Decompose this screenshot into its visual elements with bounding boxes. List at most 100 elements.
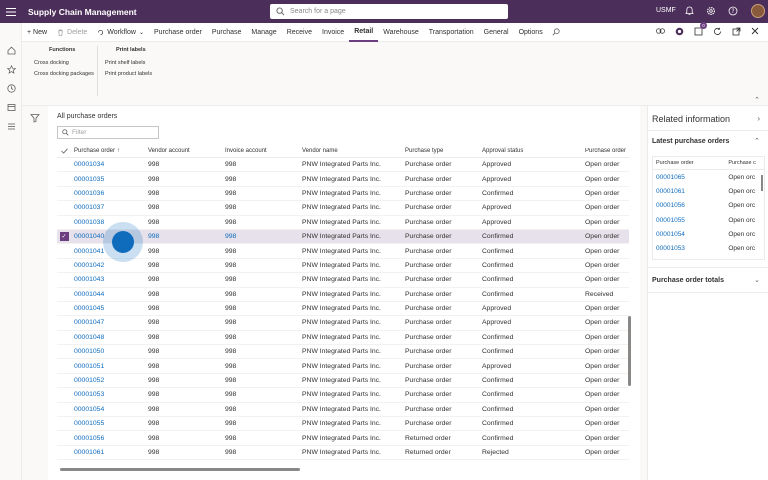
mini-column-header-purchase-order[interactable]: Purchase order: [653, 160, 728, 166]
filter-input[interactable]: Filter: [57, 126, 159, 139]
tab-warehouse[interactable]: Warehouse: [378, 23, 424, 42]
purchase-order-link[interactable]: 00001038: [71, 219, 148, 226]
purchase-order-link[interactable]: 00001050: [71, 348, 148, 355]
select-all-checkbox[interactable]: [57, 148, 71, 154]
delete-button[interactable]: Delete: [52, 23, 92, 42]
app-launcher-icon[interactable]: [0, 0, 22, 23]
latest-purchase-order-link[interactable]: 00001055: [653, 217, 728, 224]
table-row[interactable]: 00001056 998 998 PNW Integrated Parts Inc. R…: [57, 431, 629, 446]
purchase-order-totals-title[interactable]: Purchase order totals: [652, 277, 724, 284]
tab-purchase-order[interactable]: Purchase order: [149, 23, 207, 42]
table-row[interactable]: 00001036 998 998 PNW Integrated Parts Inc. P…: [57, 187, 629, 202]
chevron-up-icon[interactable]: ⌃: [754, 137, 760, 145]
table-row[interactable]: 00001061 998 998 PNW Integrated Parts Inc. R…: [57, 446, 629, 461]
list-item[interactable]: 00001055 Open orc: [653, 213, 764, 227]
list-item[interactable]: 00001054 Open orc: [653, 227, 764, 241]
purchase-order-link[interactable]: 00001035: [71, 176, 148, 183]
refresh-icon[interactable]: [712, 26, 722, 36]
tab-receive[interactable]: Receive: [282, 23, 317, 42]
bell-icon[interactable]: [683, 5, 695, 17]
office-icon[interactable]: [674, 26, 684, 36]
table-row[interactable]: 00001051 998 998 PNW Integrated Parts Inc. P…: [57, 359, 629, 374]
table-row[interactable]: 00001035 998 998 PNW Integrated Parts Inc. P…: [57, 172, 629, 187]
column-header-approval-status[interactable]: Approval status: [482, 148, 585, 154]
workspace-icon[interactable]: [0, 98, 22, 117]
clock-icon[interactable]: [0, 79, 22, 98]
table-row[interactable]: 00001034 998 998 PNW Integrated Parts Inc. P…: [57, 158, 629, 173]
print-shelf-labels-button[interactable]: Print shelf labels: [105, 60, 152, 66]
table-row[interactable]: 00001045 998 998 PNW Integrated Parts Inc. P…: [57, 302, 629, 317]
table-row[interactable]: 00001055 998 998 PNW Integrated Parts Inc. P…: [57, 417, 629, 432]
company-picker[interactable]: USMF: [656, 7, 676, 14]
cross-docking-packages-button[interactable]: Cross docking packages: [34, 71, 94, 77]
purchase-order-link[interactable]: 00001055: [71, 420, 148, 427]
table-row[interactable]: 00001047 998 998 PNW Integrated Parts Inc. P…: [57, 316, 629, 331]
new-button[interactable]: + New: [22, 23, 52, 42]
purchase-order-link[interactable]: 00001048: [71, 334, 148, 341]
table-row[interactable]: 00001042 998 998 PNW Integrated Parts Inc. P…: [57, 259, 629, 274]
row-select-checkbox[interactable]: ✓: [57, 232, 71, 242]
purchase-order-link[interactable]: 00001054: [71, 406, 148, 413]
table-row[interactable]: 00001054 998 998 PNW Integrated Parts Inc. P…: [57, 403, 629, 418]
chevron-down-icon[interactable]: ⌄: [754, 276, 760, 284]
action-search-icon[interactable]: [552, 23, 562, 42]
chevron-up-icon[interactable]: ⌃: [754, 96, 760, 104]
purchase-order-link[interactable]: 00001052: [71, 377, 148, 384]
chevron-right-icon[interactable]: ›: [757, 114, 760, 123]
table-row[interactable]: 00001037 998 998 PNW Integrated Parts Inc. P…: [57, 201, 629, 216]
purchase-order-link[interactable]: 00001045: [71, 305, 148, 312]
list-item[interactable]: 00001061 Open orc: [653, 184, 764, 198]
home-icon[interactable]: [0, 41, 22, 60]
purchase-order-link[interactable]: 00001044: [71, 291, 148, 298]
tab-retail[interactable]: Retail: [349, 23, 379, 42]
table-row[interactable]: 00001050 998 998 PNW Integrated Parts Inc. P…: [57, 345, 629, 360]
link-icon[interactable]: [655, 26, 665, 36]
column-header-purchase-type[interactable]: Purchase type: [405, 148, 482, 154]
table-row[interactable]: 00001044 998 998 PNW Integrated Parts Inc. P…: [57, 288, 629, 302]
latest-purchase-order-link[interactable]: 00001061: [653, 188, 728, 195]
close-icon[interactable]: [750, 26, 760, 36]
attachments-icon[interactable]: 0: [693, 22, 707, 36]
tab-manage[interactable]: Manage: [246, 23, 281, 42]
filter-icon[interactable]: [30, 113, 40, 123]
list-item[interactable]: 00001056 Open orc: [653, 199, 764, 213]
purchase-order-link[interactable]: 00001034: [71, 161, 148, 168]
column-header-purchase-order[interactable]: Purchase order ↑: [71, 148, 148, 154]
latest-purchase-order-link[interactable]: 00001065: [653, 174, 728, 181]
list-item[interactable]: 00001065 Open orc: [653, 170, 764, 184]
purchase-order-link[interactable]: 00001056: [71, 435, 148, 442]
purchase-order-link[interactable]: 00001037: [71, 204, 148, 211]
latest-purchase-order-link[interactable]: 00001053: [653, 245, 728, 252]
tab-invoice[interactable]: Invoice: [317, 23, 349, 42]
list-item[interactable]: 00001053 Open orc: [653, 241, 764, 255]
gear-icon[interactable]: [705, 5, 717, 17]
tab-general[interactable]: General: [479, 23, 514, 42]
avatar[interactable]: [751, 4, 765, 18]
print-product-labels-button[interactable]: Print product labels: [105, 71, 152, 77]
vertical-scrollbar[interactable]: [628, 316, 631, 386]
purchase-order-link[interactable]: 00001061: [71, 449, 148, 456]
column-header-vendor-name[interactable]: Vendor name: [302, 148, 405, 154]
latest-purchase-order-link[interactable]: 00001054: [653, 231, 728, 238]
latest-purchase-orders-title[interactable]: Latest purchase orders: [652, 138, 729, 145]
workflow-button[interactable]: Workflow ⌄: [92, 23, 149, 42]
tab-transportation[interactable]: Transportation: [424, 23, 479, 42]
question-icon[interactable]: ?: [727, 5, 739, 17]
column-header-invoice-account[interactable]: Invoice account: [225, 148, 302, 154]
table-row[interactable]: 00001041 998 998 PNW Integrated Parts Inc. P…: [57, 244, 629, 259]
table-row[interactable]: 00001038 998 998 PNW Integrated Parts Inc. P…: [57, 216, 629, 230]
purchase-order-link[interactable]: 00001043: [71, 276, 148, 283]
purchase-order-link[interactable]: 00001047: [71, 319, 148, 326]
cross-docking-button[interactable]: Cross docking: [34, 60, 94, 66]
table-row[interactable]: 00001043 998 998 PNW Integrated Parts Inc. P…: [57, 273, 629, 288]
table-row[interactable]: 00001048 998 998 PNW Integrated Parts Inc. P…: [57, 331, 629, 346]
table-row[interactable]: 00001053 998 998 PNW Integrated Parts Inc. P…: [57, 388, 629, 403]
tab-options[interactable]: Options: [514, 23, 548, 42]
column-header-purchase-order-status[interactable]: Purchase order: [585, 148, 629, 154]
column-header-vendor-account[interactable]: Vendor account: [148, 148, 225, 154]
purchase-order-link[interactable]: 00001051: [71, 363, 148, 370]
mini-column-header-purchase-status[interactable]: Purchase c: [728, 160, 764, 166]
mini-grid-scrollbar[interactable]: [761, 175, 763, 191]
purchase-order-link[interactable]: 00001042: [71, 262, 148, 269]
horizontal-scrollbar[interactable]: [60, 468, 300, 471]
